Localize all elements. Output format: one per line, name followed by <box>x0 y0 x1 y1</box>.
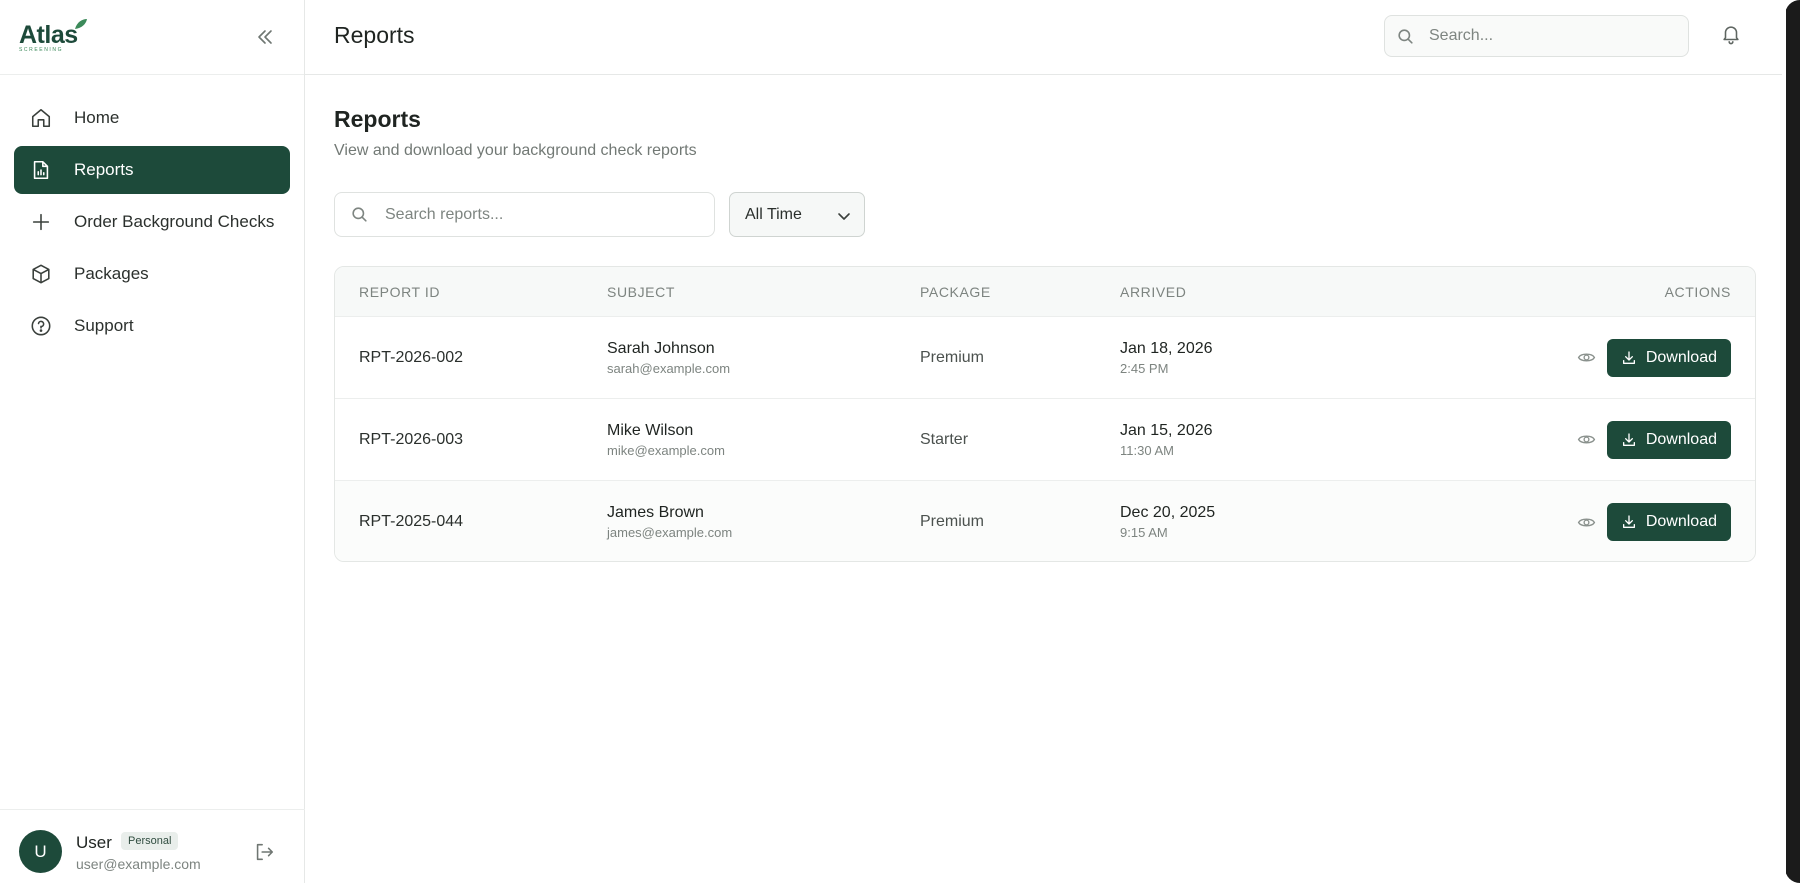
arrived-time: 11:30 AM <box>1120 442 1174 458</box>
leaf-icon <box>75 19 87 29</box>
global-search-input[interactable] <box>1429 27 1669 45</box>
view-report-button[interactable] <box>1575 510 1599 534</box>
arrived-cell: Jan 18, 2026 2:45 PM <box>1120 340 1420 376</box>
table-row: RPT-2026-002 Sarah Johnson sarah@example… <box>335 317 1755 399</box>
table-row: RPT-2025-044 James Brown james@example.c… <box>335 481 1755 561</box>
home-icon <box>29 106 53 130</box>
subject-name: James Brown <box>607 504 704 521</box>
sidebar-item-label: Support <box>74 316 134 335</box>
time-range-value: All Time <box>745 205 802 223</box>
search-icon <box>1398 28 1413 44</box>
logout-button[interactable] <box>253 841 275 868</box>
collapse-sidebar-button[interactable] <box>252 24 278 50</box>
download-button[interactable]: Download <box>1606 503 1731 541</box>
sidebar-item-home[interactable]: Home <box>14 94 290 142</box>
arrived-date: Jan 18, 2026 <box>1120 339 1213 357</box>
reports-table: REPORT ID SUBJECT PACKAGE ARRIVED ACTION… <box>334 266 1756 562</box>
chevrons-left-icon <box>258 30 272 44</box>
sidebar-item-packages[interactable]: Packages <box>14 250 290 298</box>
account-type-badge: Personal <box>121 832 179 850</box>
package-name: Premium <box>920 513 985 530</box>
bell-icon <box>1723 26 1739 45</box>
search-icon <box>352 207 367 222</box>
column-header-subject[interactable]: SUBJECT <box>607 284 920 300</box>
download-icon <box>1622 515 1635 528</box>
sidebar-item-reports[interactable]: Reports <box>14 146 290 194</box>
page-subtitle: View and download your background check … <box>334 142 697 159</box>
eye-icon <box>1578 435 1596 444</box>
subject-cell: James Brown james@example.com <box>607 504 920 540</box>
column-header-actions: ACTIONS <box>1664 283 1731 300</box>
eye-icon <box>1578 353 1596 362</box>
page-header-title: Reports <box>334 22 415 48</box>
sidebar-nav: Home Reports Order Background Checks Pac… <box>14 94 290 354</box>
sidebar-item-order-background-checks[interactable]: Order Background Checks <box>14 198 290 246</box>
sidebar-item-label: Order Background Checks <box>74 212 275 231</box>
global-search[interactable] <box>1384 15 1689 57</box>
logo-wordmark: Atlas <box>19 21 78 49</box>
user-name: User <box>76 833 112 852</box>
sidebar-item-label: Packages <box>74 264 149 283</box>
arrived-time: 9:15 AM <box>1120 525 1168 540</box>
window-edge <box>1782 0 1800 883</box>
download-button[interactable]: Download <box>1606 420 1731 459</box>
arrived-date: Dec 20, 2025 <box>1120 504 1216 521</box>
sidebar-item-support[interactable]: Support <box>14 302 290 350</box>
arrived-time: 2:45 PM <box>1120 360 1169 376</box>
row-actions: Download <box>1420 503 1755 541</box>
chevron-down-icon <box>838 213 850 220</box>
report-id: RPT-2025-044 <box>359 513 464 530</box>
download-label: Download <box>1645 430 1717 448</box>
subject-name: Mike Wilson <box>607 421 694 439</box>
view-report-button[interactable] <box>1575 428 1599 452</box>
atlas-logo[interactable]: Atlas SCREENING <box>19 19 87 53</box>
download-button[interactable]: Download <box>1606 338 1731 377</box>
subject-email: james@example.com <box>607 525 733 540</box>
column-header-report-id[interactable]: REPORT ID <box>335 284 607 300</box>
package-name: Starter <box>920 430 969 448</box>
column-header-package[interactable]: PACKAGE <box>920 284 1120 300</box>
plus-icon <box>29 210 53 234</box>
subject-cell: Sarah Johnson sarah@example.com <box>607 340 920 376</box>
sidebar-item-label: Home <box>74 108 120 127</box>
logout-icon <box>256 843 274 861</box>
report-icon <box>29 158 53 182</box>
user-email: user@example.com <box>76 856 201 872</box>
download-icon <box>1622 432 1635 446</box>
eye-icon <box>1578 518 1596 526</box>
download-label: Download <box>1645 513 1717 530</box>
report-search[interactable] <box>334 192 715 237</box>
arrived-date: Jan 15, 2026 <box>1120 421 1213 439</box>
column-header-arrived[interactable]: ARRIVED <box>1120 284 1420 300</box>
top-bar: Reports <box>305 0 1785 75</box>
table-row: RPT-2026-003 Mike Wilson mike@example.co… <box>335 399 1755 481</box>
help-icon <box>29 314 53 338</box>
notifications-button[interactable] <box>1720 23 1742 50</box>
sidebar-item-label: Reports <box>74 160 134 179</box>
page-title: Reports <box>334 106 421 132</box>
report-id: RPT-2026-003 <box>359 430 464 448</box>
sidebar: Atlas SCREENING Home Reports Order Backg… <box>0 0 305 883</box>
report-id: RPT-2026-002 <box>359 348 464 366</box>
table-header: REPORT ID SUBJECT PACKAGE ARRIVED ACTION… <box>335 267 1755 317</box>
subject-email: mike@example.com <box>607 442 725 458</box>
user-panel: U User Personal user@example.com <box>0 809 305 883</box>
row-actions: Download <box>1420 338 1755 377</box>
arrived-cell: Dec 20, 2025 9:15 AM <box>1120 504 1420 540</box>
time-range-select[interactable]: All Time <box>729 192 865 237</box>
row-actions: Download <box>1420 420 1755 459</box>
download-label: Download <box>1645 348 1717 366</box>
report-search-input[interactable] <box>385 205 705 224</box>
sidebar-header: Atlas SCREENING <box>0 0 304 75</box>
arrived-cell: Jan 15, 2026 11:30 AM <box>1120 422 1420 458</box>
subject-email: sarah@example.com <box>607 360 731 376</box>
subject-cell: Mike Wilson mike@example.com <box>607 422 920 458</box>
download-icon <box>1622 350 1635 364</box>
package-name: Premium <box>920 348 985 366</box>
subject-name: Sarah Johnson <box>607 339 715 357</box>
avatar[interactable]: U <box>19 830 62 873</box>
view-report-button[interactable] <box>1575 346 1599 370</box>
package-icon <box>29 262 53 286</box>
